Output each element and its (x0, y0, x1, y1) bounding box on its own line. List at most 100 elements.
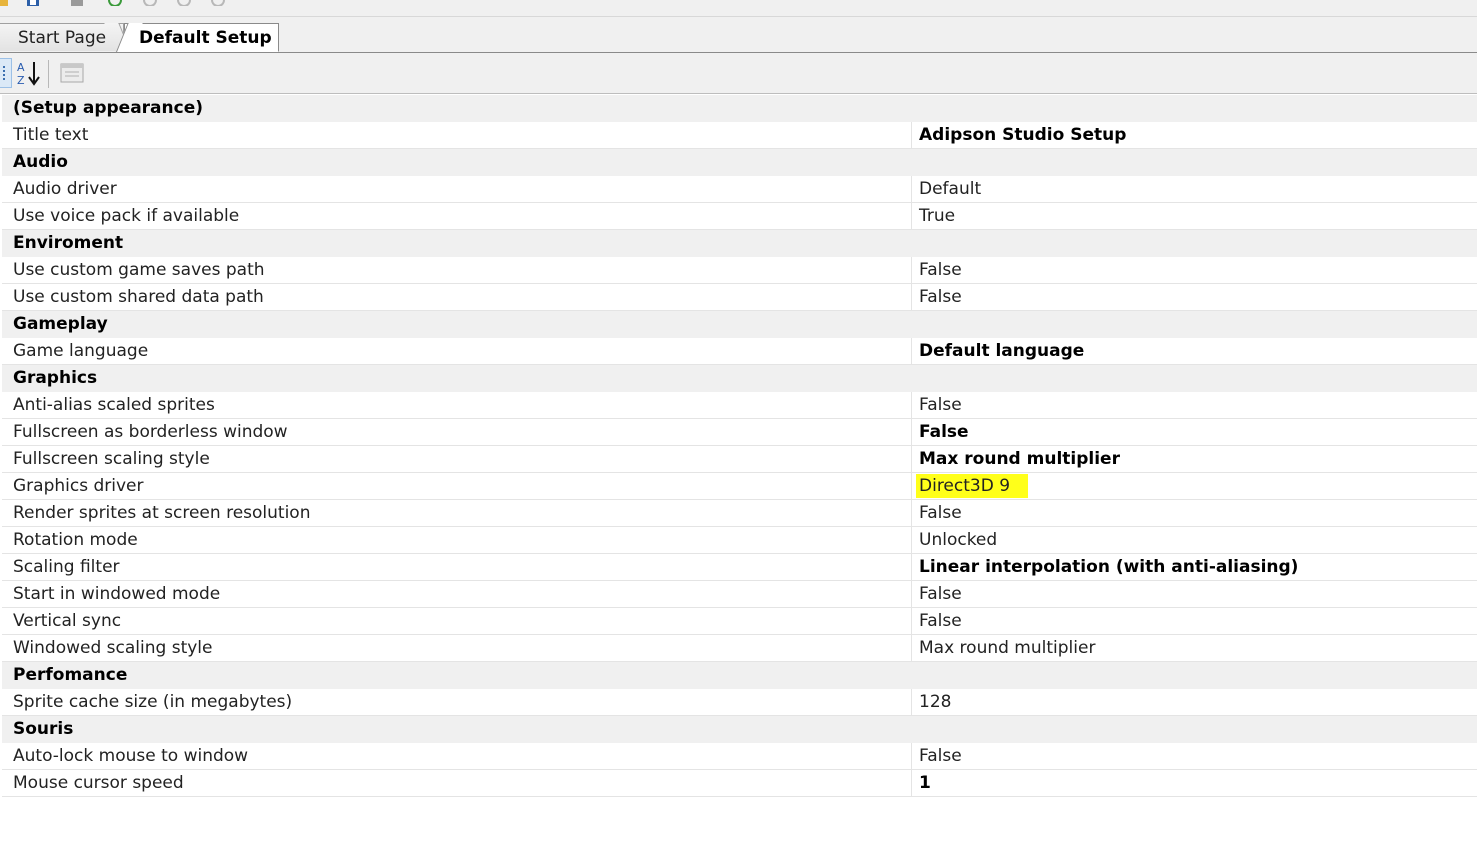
category-row[interactable]: Audio (2, 149, 1477, 176)
property-value[interactable]: False (913, 743, 1477, 769)
property-row[interactable]: Use custom shared data path False (2, 284, 1477, 311)
property-row[interactable]: Audio driver Default (2, 176, 1477, 203)
property-row[interactable]: Auto-lock mouse to window False (2, 743, 1477, 770)
property-value[interactable]: False (913, 500, 1477, 526)
property-name-text: Fullscreen as borderless window (13, 422, 288, 442)
property-name-text: Fullscreen scaling style (13, 449, 210, 469)
property-value[interactable]: Adipson Studio Setup (913, 122, 1477, 148)
property-value[interactable]: Linear interpolation (with anti-aliasing… (913, 554, 1477, 580)
category-label: Audio (13, 152, 68, 172)
property-name: Rotation mode (2, 527, 912, 553)
property-value[interactable]: Direct3D 9 (913, 473, 1477, 499)
open-icon[interactable] (0, 0, 10, 6)
stop-icon[interactable] (177, 0, 191, 6)
property-row[interactable]: Mouse cursor speed 1 (2, 770, 1477, 797)
build-icon[interactable] (70, 0, 84, 6)
property-value[interactable]: Default (913, 176, 1477, 202)
toolbar-separator (48, 60, 49, 88)
category-row[interactable]: (Setup appearance) (2, 95, 1477, 122)
property-name: Vertical sync (2, 608, 912, 634)
property-value-text: False (919, 260, 962, 280)
property-name-text: Use voice pack if available (13, 206, 240, 226)
svg-text:Z: Z (17, 74, 25, 87)
property-value[interactable]: 1 (913, 770, 1477, 796)
property-name-text: Audio driver (13, 179, 117, 199)
property-row[interactable]: Windowed scaling style Max round multipli… (2, 635, 1477, 662)
property-row[interactable]: Start in windowed mode False (2, 581, 1477, 608)
property-value[interactable]: Default language (913, 338, 1477, 364)
property-value-text: Max round multiplier (919, 638, 1096, 658)
property-value[interactable]: False (913, 392, 1477, 418)
property-name-text: Start in windowed mode (13, 584, 221, 604)
tab-label: Default Setup (139, 28, 272, 48)
save-icon[interactable] (26, 0, 40, 6)
property-value[interactable]: False (913, 257, 1477, 283)
category-row[interactable]: Enviroment (2, 230, 1477, 257)
property-row[interactable]: Fullscreen scaling style Max round multip… (2, 446, 1477, 473)
property-name: Use voice pack if available (2, 203, 912, 229)
property-row[interactable]: Use custom game saves path False (2, 257, 1477, 284)
property-value-text: 128 (919, 692, 952, 712)
property-value[interactable]: 128 (913, 689, 1477, 715)
property-value-text: False (919, 395, 962, 415)
property-value-text: False (919, 746, 962, 766)
property-value[interactable]: Unlocked (913, 527, 1477, 553)
property-name-text: Windowed scaling style (13, 638, 213, 658)
property-row[interactable]: Title text Adipson Studio Setup (2, 122, 1477, 149)
property-value-text: Linear interpolation (with anti-aliasing… (919, 557, 1299, 577)
property-pages-button[interactable] (58, 58, 86, 88)
property-value-text: Max round multiplier (919, 449, 1120, 469)
sort-alphabetical-button[interactable]: A Z (15, 58, 43, 88)
property-value-text: False (919, 611, 962, 631)
property-name-text: Use custom game saves path (13, 260, 265, 280)
property-name-text: Sprite cache size (in megabytes) (13, 692, 293, 712)
property-value-text: False (919, 503, 962, 523)
category-row[interactable]: Souris (2, 716, 1477, 743)
highlighted-value-text: Direct3D 9 (916, 474, 1029, 498)
property-name: Use custom game saves path (2, 257, 912, 283)
property-row[interactable]: Scaling filter Linear interpolation (with… (2, 554, 1477, 581)
property-name-text: Mouse cursor speed (13, 773, 184, 793)
property-grid: (Setup appearance) Title text Adipson Stud… (2, 95, 1477, 797)
tab-default-setup[interactable]: Default Setup (124, 23, 279, 52)
category-row[interactable]: Graphics (2, 365, 1477, 392)
property-name: Game language (2, 338, 912, 364)
property-name-text: Auto-lock mouse to window (13, 746, 249, 766)
property-value[interactable]: False (913, 581, 1477, 607)
tab-label: Start Page (18, 28, 107, 48)
property-value[interactable]: False (913, 419, 1477, 445)
property-name: Scaling filter (2, 554, 912, 580)
property-value[interactable]: False (913, 608, 1477, 634)
property-row[interactable]: Graphics driver Direct3D 9 (2, 473, 1477, 500)
property-name-text: Title text (13, 125, 89, 145)
property-row[interactable]: Anti-alias scaled sprites False (2, 392, 1477, 419)
step-icon[interactable] (211, 0, 225, 6)
property-value-text: True (919, 206, 956, 226)
property-name-text: Graphics driver (13, 476, 144, 496)
category-row[interactable]: Perfomance (2, 662, 1477, 689)
property-row[interactable]: Game language Default language (2, 338, 1477, 365)
property-value[interactable]: Max round multiplier (913, 446, 1477, 472)
property-value[interactable]: False (913, 284, 1477, 310)
property-value[interactable]: Max round multiplier (913, 635, 1477, 661)
sort-alphabetical-icon: A Z (17, 61, 40, 87)
category-label: Perfomance (13, 665, 128, 685)
property-row[interactable]: Use voice pack if available True (2, 203, 1477, 230)
property-name-text: Anti-alias scaled sprites (13, 395, 215, 415)
tab-start-page[interactable]: Start Page (0, 23, 124, 51)
run-icon[interactable] (108, 0, 122, 6)
property-value[interactable]: True (913, 203, 1477, 229)
property-row[interactable]: Sprite cache size (in megabytes) 128 (2, 689, 1477, 716)
property-name-text: Render sprites at screen resolution (13, 503, 311, 523)
property-row[interactable]: Vertical sync False (2, 608, 1477, 635)
property-value-text: Adipson Studio Setup (919, 125, 1127, 145)
property-row[interactable]: Fullscreen as borderless window False (2, 419, 1477, 446)
property-row[interactable]: Rotation mode Unlocked (2, 527, 1477, 554)
property-row[interactable]: Render sprites at screen resolution False (2, 500, 1477, 527)
property-name: Title text (2, 122, 912, 148)
categorized-button[interactable] (0, 58, 12, 88)
pause-icon[interactable] (143, 0, 157, 6)
category-row[interactable]: Gameplay (2, 311, 1477, 338)
document-tab-bar: Start Page Default Setup (0, 17, 1477, 53)
property-value-text: Default language (919, 341, 1085, 361)
